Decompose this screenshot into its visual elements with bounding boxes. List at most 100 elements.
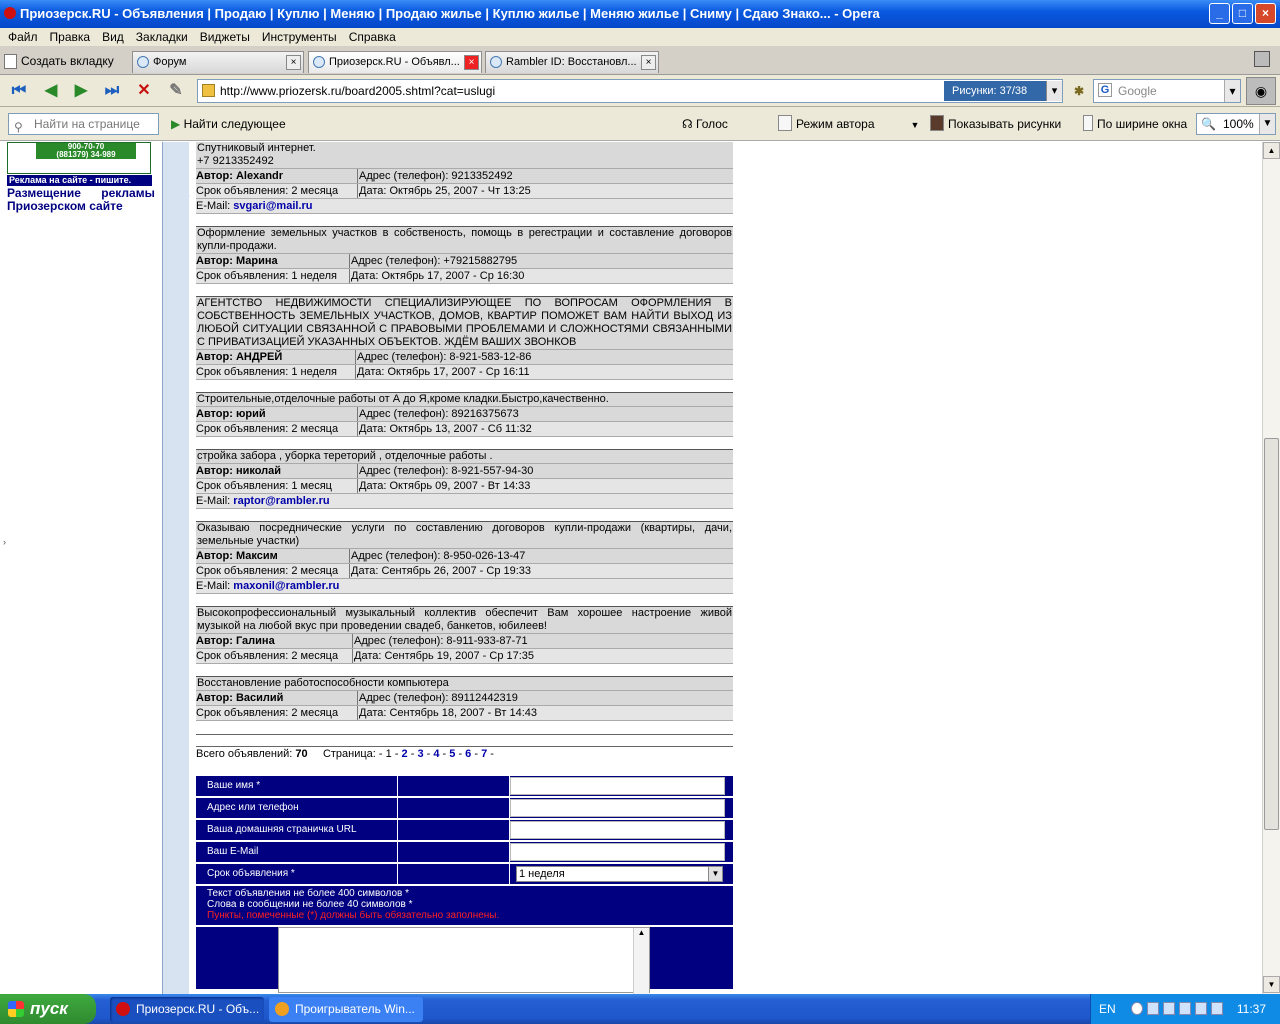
close-tab-icon[interactable]: × <box>286 55 301 70</box>
left-sidebar-bar <box>162 142 189 994</box>
email-input[interactable] <box>510 843 725 861</box>
minimize-button[interactable]: _ <box>1209 3 1230 24</box>
view-icon[interactable]: ◉ <box>1246 77 1276 105</box>
edit-icon[interactable]: ✎ <box>165 80 187 102</box>
scroll-down-icon[interactable]: ▼ <box>1263 976 1280 993</box>
new-tab-button[interactable]: Создать вкладку <box>4 50 114 72</box>
window-title: Приозерск.RU - Объявления | Продаю | Куп… <box>20 6 880 21</box>
menu-tools[interactable]: Инструменты <box>256 28 343 46</box>
chevron-down-icon[interactable]: ▼ <box>708 867 722 881</box>
menu-file[interactable]: Файл <box>2 28 44 46</box>
ad-term: Срок объявления: 1 неделя <box>196 365 356 379</box>
ad-address: Адрес (телефон): 8-921-583-12-86 <box>357 351 532 363</box>
voice-icon: ☊ <box>682 117 696 131</box>
page-link[interactable]: 7 <box>481 748 487 760</box>
textarea-scrollbar[interactable]: ▲ <box>633 928 649 994</box>
page-link[interactable]: 3 <box>417 748 423 760</box>
maximize-button[interactable]: □ <box>1232 3 1253 24</box>
voice-label: Голос <box>696 117 728 131</box>
page-link[interactable]: 2 <box>402 748 408 760</box>
back-icon[interactable]: ◀ <box>40 80 62 102</box>
address-input[interactable] <box>510 799 725 817</box>
author-mode-button[interactable]: Режим автора ▼ <box>778 115 919 134</box>
pagination: Всего объявлений: 70 Страница: - 1 - 2 -… <box>196 748 494 760</box>
battery-icon[interactable] <box>1163 1002 1175 1015</box>
name-input[interactable] <box>510 777 725 795</box>
chevron-down-icon[interactable]: ▾ <box>1046 81 1062 101</box>
page-scrollbar[interactable]: ▲ ▼ <box>1262 142 1280 994</box>
menu-edit[interactable]: Правка <box>44 28 97 46</box>
page-link[interactable]: 5 <box>449 748 455 760</box>
tab-forum[interactable]: Форум × <box>132 51 304 73</box>
tray-expand-icon[interactable] <box>1131 1002 1143 1015</box>
scroll-up-icon[interactable]: ▲ <box>1263 142 1280 159</box>
tab-priozersk[interactable]: Приозерск.RU - Объявл... × <box>308 51 482 73</box>
menu-help[interactable]: Справка <box>343 28 402 46</box>
page-link[interactable]: 4 <box>433 748 439 760</box>
form-notes: Текст объявления не более 400 символов *… <box>196 886 733 925</box>
term-label: Срок объявления * <box>196 864 398 884</box>
stop-icon[interactable]: ✕ <box>133 80 155 102</box>
site-info-icon[interactable] <box>202 84 215 97</box>
tray-app-icon[interactable] <box>1195 1002 1207 1015</box>
new-page-icon <box>4 53 17 69</box>
chevron-down-icon[interactable]: ▼ <box>1259 114 1275 134</box>
show-images-button[interactable]: Показывать рисунки <box>930 115 1061 133</box>
tray-app-icon[interactable] <box>1179 1002 1191 1015</box>
find-next-button[interactable]: ▶ Найти следующее <box>171 115 286 133</box>
ad-email-link[interactable]: raptor@rambler.ru <box>233 495 329 507</box>
page-link[interactable]: 6 <box>465 748 471 760</box>
fast-forward-icon[interactable]: ⏭ <box>101 80 123 102</box>
language-indicator[interactable]: EN <box>1099 994 1116 1024</box>
opera-browser-window: Приозерск.RU - Объявления | Продаю | Куп… <box>0 0 1280 1024</box>
find-on-page-input[interactable]: ⚲ Найти на странице <box>8 113 159 135</box>
taskbar-item-opera[interactable]: Приозерск.RU - Объ... <box>110 997 264 1022</box>
menu-bookmarks[interactable]: Закладки <box>130 28 194 46</box>
task-label: Проигрыватель Win... <box>295 1002 415 1016</box>
rewind-icon[interactable]: ⏮ <box>8 80 30 102</box>
ad-item: Высокопрофессиональный музыкальный колле… <box>196 606 733 664</box>
tab-label: Форум <box>153 56 187 68</box>
zoom-select[interactable]: 🔍 100% ▼ <box>1196 113 1276 135</box>
chevron-down-icon[interactable]: ▼ <box>911 120 920 130</box>
new-tab-label: Создать вкладку <box>21 54 114 68</box>
url-input[interactable] <box>510 821 725 839</box>
start-button[interactable]: пуск <box>0 994 96 1024</box>
ad-email-link[interactable]: maxonil@rambler.ru <box>233 580 339 592</box>
menu-widgets[interactable]: Виджеты <box>194 28 256 46</box>
chevron-down-icon[interactable]: ▾ <box>1224 80 1240 102</box>
close-tab-icon[interactable]: × <box>464 55 479 70</box>
volume-icon[interactable] <box>1211 1002 1223 1015</box>
ad-strip[interactable]: Реклама на сайте - пишите. <box>7 175 152 186</box>
divider <box>196 746 733 747</box>
search-input[interactable]: G Google ▾ <box>1093 79 1241 103</box>
task-label: Приозерск.RU - Объ... <box>136 1002 260 1016</box>
images-counter[interactable]: Рисунки: 37/38 ▾ <box>944 81 1062 101</box>
message-textarea[interactable]: ▲ <box>278 927 650 994</box>
forward-icon[interactable]: ▶ <box>70 80 92 102</box>
fit-width-button[interactable]: По ширине окна <box>1083 115 1187 133</box>
email-label: E-Mail: <box>196 495 231 507</box>
ad-banner[interactable]: 900-70-70 (881379) 34-989 <box>7 142 151 174</box>
close-tab-icon[interactable]: × <box>641 55 656 70</box>
ad-text: АГЕНТСТВО НЕДВИЖИМОСТИ СПЕЦИАЛИЗИРУЮЩЕЕ … <box>196 297 733 350</box>
term-select[interactable]: 1 неделя ▼ <box>516 866 723 882</box>
url-text: http://www.priozersk.ru/board2005.shtml?… <box>220 84 496 98</box>
menu-view[interactable]: Вид <box>96 28 130 46</box>
ad-submit-form: Ваше имя * Адрес или телефон Ваша домашн… <box>196 776 733 994</box>
ad-date: Дата: Октябрь 13, 2007 - Сб 11:32 <box>359 423 532 435</box>
trash-icon[interactable] <box>1254 51 1270 67</box>
ad-email-row: E-Mail: raptor@rambler.ru <box>196 494 733 509</box>
ad-email-link[interactable]: svgari@mail.ru <box>233 200 312 212</box>
bookmark-icon[interactable]: ✱ <box>1068 80 1090 102</box>
scroll-thumb[interactable] <box>1264 438 1279 830</box>
close-window-button[interactable]: × <box>1255 3 1276 24</box>
tab-rambler[interactable]: Rambler ID: Восстановл... × <box>485 51 659 73</box>
address-field[interactable]: http://www.priozersk.ru/board2005.shtml?… <box>197 79 1063 103</box>
voice-button[interactable]: ☊ Голос <box>682 115 728 133</box>
network-icon[interactable] <box>1147 1002 1159 1015</box>
taskbar-item-media-player[interactable]: Проигрыватель Win... <box>269 997 423 1022</box>
fit-width-label: По ширине окна <box>1097 117 1188 131</box>
ad-term: Срок объявления: 2 месяца <box>196 649 353 663</box>
images-count: 37/38 <box>999 85 1028 97</box>
